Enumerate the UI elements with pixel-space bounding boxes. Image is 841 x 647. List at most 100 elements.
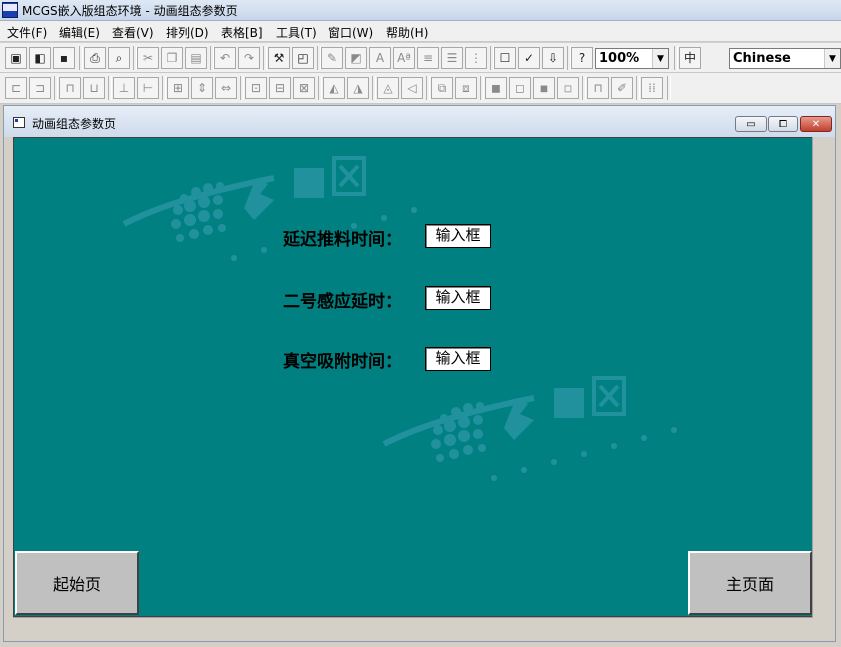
print-preview-icon[interactable]: ⌕ [108, 47, 130, 69]
menu-help[interactable]: 帮助(H) [386, 24, 428, 41]
delay-push-time-input[interactable]: 输入框 [425, 224, 491, 248]
paste-icon[interactable]: ▤ [185, 47, 207, 69]
language-value: Chinese [733, 51, 791, 66]
center-vertical-icon[interactable]: ⊥ [113, 77, 135, 99]
font-icon[interactable]: Aª [393, 47, 415, 69]
menu-tools[interactable]: 工具(T) [276, 24, 317, 41]
grid-dots-icon[interactable]: ⁞⁞ [641, 77, 663, 99]
standard-toolbar: ▣ ◧ ▪ ⎙ ⌕ ✂ ❐ ▤ ↶ ↷ ⚒ ◰ ✎ ◩ A Aª ≡ ☰ ⋮ ☐… [0, 43, 841, 73]
menu-file[interactable]: 文件(F) [7, 24, 47, 41]
zoom-select[interactable]: 100% ▼ [595, 48, 669, 69]
new-window-icon[interactable]: ▣ [5, 47, 27, 69]
main-title-bar: MCGS嵌入版组态环境 - 动画组态参数页 [0, 0, 841, 21]
same-height-icon[interactable]: ⇕ [191, 77, 213, 99]
line-color-icon[interactable]: ✎ [321, 47, 343, 69]
toolbar-separator [582, 76, 586, 100]
object-properties-icon[interactable]: ☐ [494, 47, 516, 69]
restore-button[interactable]: ⧠ [768, 116, 798, 132]
toolbar-separator [54, 76, 58, 100]
toolbar-separator [318, 76, 322, 100]
chevron-down-icon[interactable]: ▼ [652, 49, 668, 68]
grid-icon[interactable]: ⋮ [465, 47, 487, 69]
drawing-toolbar: ⊏ ⊐ ⊓ ⊔ ⊥ ⊢ ⊞ ⇕ ⇔ ⊡ ⊟ ⊠ ◭ ◮ ◬ ◁ ⧉ ⧈ ◼ ◻ … [0, 73, 841, 104]
cut-icon[interactable]: ✂ [137, 47, 159, 69]
window-icon[interactable] [13, 117, 25, 128]
rotate-right-icon[interactable]: ◮ [347, 77, 369, 99]
vacuum-time-input[interactable]: 输入框 [425, 347, 491, 371]
menu-edit[interactable]: 编辑(E) [59, 24, 100, 41]
watermark-logo [382, 376, 677, 481]
sensor2-delay-label: 二号感应延时： [283, 292, 402, 312]
sensor2-delay-input[interactable]: 输入框 [425, 286, 491, 310]
child-window-title: 动画组态参数页 [32, 117, 117, 131]
toolbar-separator [636, 76, 640, 100]
menu-bar: 文件(F) 编辑(E) 查看(V) 排列(D) 表格[B] 工具(T) 窗口(W… [0, 21, 841, 42]
home-page-button[interactable]: 主页面 [688, 551, 812, 615]
align-right-icon[interactable]: ⊐ [29, 77, 51, 99]
font-color-icon[interactable]: A [369, 47, 391, 69]
copy-icon[interactable]: ❐ [161, 47, 183, 69]
menu-arrange[interactable]: 排列(D) [166, 24, 209, 41]
save-icon[interactable]: ▪ [53, 47, 75, 69]
menu-window[interactable]: 窗口(W) [328, 24, 373, 41]
align-bottom-icon[interactable]: ⊔ [83, 77, 105, 99]
undo-icon[interactable]: ↶ [214, 47, 236, 69]
minimize-button[interactable]: ▭ [735, 116, 767, 132]
tools-icon[interactable]: ⚒ [268, 47, 290, 69]
lock-object-icon[interactable]: ⊓ [587, 77, 609, 99]
delay-push-time-label: 延迟推料时间： [283, 230, 402, 250]
chevron-down-icon[interactable]: ▼ [824, 49, 840, 68]
print-icon[interactable]: ⎙ [84, 47, 106, 69]
toolbar-separator [263, 46, 267, 70]
menu-view[interactable]: 查看(V) [112, 24, 154, 41]
line-width-icon[interactable]: ☰ [441, 47, 463, 69]
vertical-scrollbar[interactable] [812, 137, 831, 617]
align-top-icon[interactable]: ⊓ [59, 77, 81, 99]
toolbar-separator [667, 76, 671, 100]
toolbar-separator [240, 76, 244, 100]
toolbar-separator [372, 76, 376, 100]
menu-table[interactable]: 表格[B] [221, 24, 263, 41]
toolbar-separator [480, 76, 484, 100]
start-page-button[interactable]: 起始页 [15, 551, 139, 615]
same-size-icon[interactable]: ⊡ [245, 77, 267, 99]
align-left-icon[interactable]: ⊏ [5, 77, 27, 99]
watermark-logo [122, 156, 417, 261]
fix-object-icon[interactable]: ✐ [611, 77, 633, 99]
toolbar-separator [674, 46, 678, 70]
child-title-bar: 动画组态参数页 ▭ ⧠ ✕ [4, 106, 835, 137]
fill-color-icon[interactable]: ◩ [345, 47, 367, 69]
vacuum-time-label: 真空吸附时间： [283, 352, 402, 372]
horizontal-scrollbar[interactable] [13, 617, 813, 636]
download-icon[interactable]: ⇩ [542, 47, 564, 69]
close-button[interactable]: ✕ [800, 116, 832, 132]
layer-front-icon[interactable]: ◼ [485, 77, 507, 99]
child-window: 动画组态参数页 ▭ ⧠ ✕ 延迟推料时间： 输入框 二号感应延时： 输入框 真空… [3, 105, 836, 642]
mcgs-app-icon[interactable] [2, 2, 18, 18]
flip-horizontal-icon[interactable]: ◬ [377, 77, 399, 99]
rotate-left-icon[interactable]: ◭ [323, 77, 345, 99]
layer-down-icon[interactable]: ◽ [557, 77, 579, 99]
layer-back-icon[interactable]: ◻ [509, 77, 531, 99]
toolbar-separator [162, 76, 166, 100]
ungroup-icon[interactable]: ⊠ [293, 77, 315, 99]
center-both-icon[interactable]: ⊞ [167, 77, 189, 99]
component-icon[interactable]: ◧ [29, 47, 51, 69]
layer-up-icon[interactable]: ◾ [533, 77, 555, 99]
property-icon[interactable]: ◰ [292, 47, 314, 69]
bring-front-icon[interactable]: ⧉ [431, 77, 453, 99]
language-icon[interactable]: 中 [679, 47, 701, 69]
toolbar-separator [426, 76, 430, 100]
redo-icon[interactable]: ↷ [238, 47, 260, 69]
flip-vertical-icon[interactable]: ◁ [401, 77, 423, 99]
group-icon[interactable]: ⊟ [269, 77, 291, 99]
animation-canvas: 延迟推料时间： 输入框 二号感应延时： 输入框 真空吸附时间： 输入框 起始页 … [13, 137, 813, 617]
language-select[interactable]: Chinese ▼ [729, 48, 841, 69]
zoom-value: 100% [599, 51, 640, 66]
line-style-icon[interactable]: ≡ [417, 47, 439, 69]
center-horizontal-icon[interactable]: ⊢ [137, 77, 159, 99]
same-width-icon[interactable]: ⇔ [215, 77, 237, 99]
check-icon[interactable]: ✓ [518, 47, 540, 69]
unlock-icon[interactable]: ⧈ [455, 77, 477, 99]
help-icon[interactable]: ? [571, 47, 593, 69]
